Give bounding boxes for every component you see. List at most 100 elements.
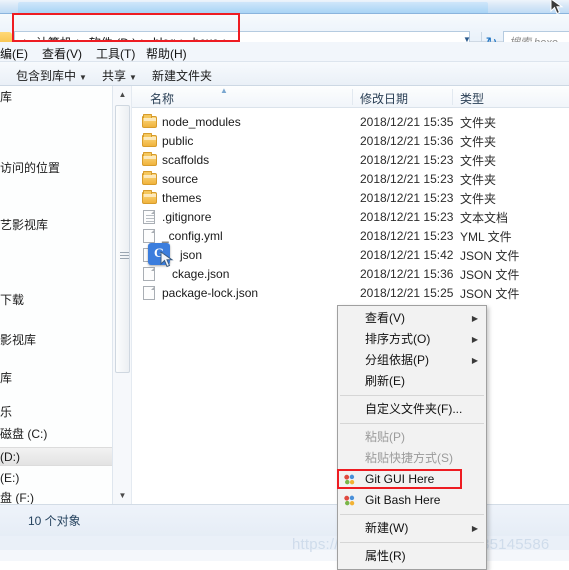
menu-item-tools[interactable]: 工具(T) [96,45,135,62]
sidebar-item-movies[interactable]: 影视库 [0,331,36,350]
context-menu-item-label: 分组依据(P) [365,353,429,367]
context-menu-separator [340,395,484,396]
context-menu-item-label: 排序方式(O) [365,332,431,346]
file-type: YML 文件 [460,229,512,244]
navigation-pane: 库 访问的位置 艺影视库 下载 影视库 库 乐 磁盘 (C:) (D:) (E:… [0,86,112,504]
sidebar-item-drive-f[interactable]: 盘 (F:) [0,489,34,504]
title-bar [0,0,569,14]
context-menu-item-label: 刷新(E) [365,374,405,388]
context-menu-item-group-by[interactable]: 分组依据(P) ▶ [338,350,486,371]
table-row[interactable]: public 2018/12/21 15:36 文件夹 [132,132,569,150]
folder-icon [140,151,162,169]
context-menu-item-paste: 粘贴(P) [338,427,486,448]
context-menu-separator [340,542,484,543]
folder-icon [140,113,162,131]
table-row[interactable]: scaffolds 2018/12/21 15:23 文件夹 [132,151,569,169]
title-bar-tab [18,2,488,13]
context-menu-item-properties[interactable]: 属性(R) [338,546,486,567]
submenu-arrow-icon: ▶ [471,335,478,344]
menu-item-view[interactable]: 查看(V) [42,45,82,62]
scroll-up-arrow-icon[interactable]: ▲ [113,86,132,103]
context-menu-item-view[interactable]: 查看(V) ▶ [338,308,486,329]
table-row[interactable]: node_modules 2018/12/21 15:35 文件夹 [132,113,569,131]
submenu-arrow-icon: ▶ [471,314,478,323]
context-menu-item-new[interactable]: 新建(W) ▶ [338,518,486,539]
toolbar-share-label: 共享 [102,69,127,83]
context-menu-item-label: Git Bash Here [365,493,441,507]
toolbar-share[interactable]: 共享 ▼ [102,67,137,84]
context-menu-item-label: 自定义文件夹(F)... [365,402,463,416]
file-name: json [180,248,203,262]
file-type: 文件夹 [460,191,497,206]
context-menu-item-sort-by[interactable]: 排序方式(O) ▶ [338,329,486,350]
file-date: 2018/12/21 15:42 [360,248,454,262]
file-date: 2018/12/21 15:36 [360,134,454,148]
text-file-icon [140,208,162,226]
file-name: node_modules [162,115,241,129]
file-date: 2018/12/21 15:36 [360,267,454,281]
file-icon [140,284,162,302]
table-row[interactable]: json 2018/12/21 15:42 JSON 文件 [132,246,569,264]
toolbar-include-in-library[interactable]: 包含到库中 ▼ [16,67,87,84]
context-menu-item-label: 新建(W) [365,521,409,535]
context-menu: 查看(V) ▶ 排序方式(O) ▶ 分组依据(P) ▶ 刷新(E) 自定义文件夹… [337,305,487,570]
scrollbar-thumb[interactable] [115,105,130,373]
file-list-scrollbar[interactable]: ▲ ▼ [113,86,132,504]
table-row[interactable]: source 2018/12/21 15:23 文件夹 [132,170,569,188]
file-name: public [162,134,194,148]
file-date: 2018/12/21 15:35 [360,115,454,129]
file-type: JSON 文件 [460,267,520,282]
cursor-overlay: G [148,243,178,273]
sidebar-item-drive-e[interactable]: (E:) [0,469,19,488]
git-icon [344,474,355,485]
table-row[interactable]: themes 2018/12/21 15:23 文件夹 [132,189,569,207]
column-header-type[interactable]: 类型 [460,90,484,107]
toolbar-new-folder[interactable]: 新建文件夹 [152,67,212,84]
file-name: ckage.json [172,267,230,281]
column-divider[interactable] [352,89,353,105]
column-header-row: 名称 修改日期 类型 ▲ [132,86,569,108]
sidebar-item-recent-places[interactable]: 访问的位置 [0,159,60,178]
table-row[interactable]: .gitignore 2018/12/21 15:23 文本文档 [132,208,569,226]
context-menu-item-label: 粘贴快捷方式(S) [365,451,453,465]
file-type: 文本文档 [460,210,509,225]
scroll-down-arrow-icon[interactable]: ▼ [113,487,132,504]
context-menu-item-label: 查看(V) [365,311,405,325]
context-menu-item-git-bash-here[interactable]: Git Bash Here [338,490,486,511]
table-row[interactable]: package-lock.json 2018/12/21 15:25 JSON … [132,284,569,302]
context-menu-item-customize-folder[interactable]: 自定义文件夹(F)... [338,399,486,420]
sidebar-item-drive-d[interactable]: (D:) [0,447,112,466]
context-menu-item-label: 粘贴(P) [365,430,405,444]
sidebar-item-video-library[interactable]: 艺影视库 [0,216,48,235]
file-date: 2018/12/21 15:23 [360,153,454,167]
file-type: 文件夹 [460,115,497,130]
column-header-date[interactable]: 修改日期 [360,90,408,107]
context-menu-item-label: Git GUI Here [365,472,435,486]
file-type: 文件夹 [460,153,497,168]
sidebar-item-drive-c[interactable]: 磁盘 (C:) [0,425,47,444]
folder-icon [140,189,162,207]
sidebar-item-music[interactable]: 乐 [0,403,12,422]
command-toolbar: 包含到库中 ▼ 共享 ▼ 新建文件夹 [0,62,569,86]
context-menu-separator [340,423,484,424]
context-menu-item-refresh[interactable]: 刷新(E) [338,371,486,392]
submenu-arrow-icon: ▶ [471,524,478,533]
context-menu-item-git-gui-here[interactable]: Git GUI Here [338,469,486,490]
menu-item-help[interactable]: 帮助(H) [146,45,187,62]
file-date: 2018/12/21 15:25 [360,286,454,300]
file-date: 2018/12/21 15:23 [360,191,454,205]
context-menu-item-paste-shortcut: 粘贴快捷方式(S) [338,448,486,469]
menu-item-edit[interactable]: 编(E) [0,45,28,62]
column-header-name[interactable]: 名称 [150,90,174,107]
table-row[interactable]: ckage.json 2018/12/21 15:36 JSON 文件 [132,265,569,283]
submenu-arrow-icon: ▶ [471,356,478,365]
folder-icon [140,132,162,150]
column-divider[interactable] [452,89,453,105]
menu-bar: 编(E) 查看(V) 工具(T) 帮助(H) [0,42,569,62]
file-date: 2018/12/21 15:23 [360,172,454,186]
sidebar-item-libraries[interactable]: 库 [0,88,12,107]
sidebar-item-downloads[interactable]: 下载 [0,291,24,310]
table-row[interactable]: _config.yml 2018/12/21 15:23 YML 文件 [132,227,569,245]
sidebar-item-library-2[interactable]: 库 [0,369,12,388]
file-name: .gitignore [162,210,212,224]
